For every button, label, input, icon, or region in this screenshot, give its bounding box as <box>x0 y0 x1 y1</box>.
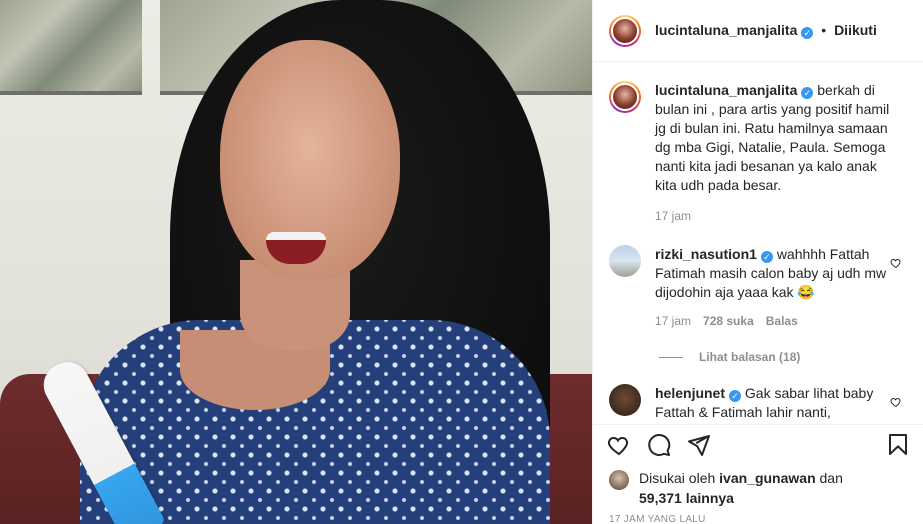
liker-avatar[interactable] <box>609 470 629 490</box>
verified-badge-icon: ✓ <box>801 87 814 99</box>
comment-username[interactable]: helenjunet <box>655 385 725 401</box>
wall-painting <box>0 0 142 95</box>
replies-divider <box>659 356 683 358</box>
header-username[interactable]: lucintaluna_manjalita <box>655 22 797 38</box>
comment-time[interactable]: 17 jam <box>655 314 691 328</box>
comment-like-heart-icon[interactable] <box>890 257 902 269</box>
avatar[interactable] <box>609 14 641 47</box>
avatar[interactable] <box>609 384 641 416</box>
header-user: lucintaluna_manjalita ✓ • Diikuti <box>655 22 877 39</box>
likes-text: Disukai oleh ivan_gunawan dan 59,371 lai… <box>639 468 843 508</box>
comment-username[interactable]: lucintaluna_manjalita <box>655 82 797 98</box>
comments-list[interactable]: lucintaluna_manjalita ✓ berkah di bulan i… <box>593 63 923 423</box>
separator-dot: • <box>821 22 827 38</box>
comment-like-heart-icon[interactable] <box>890 396 902 408</box>
liker-username[interactable]: ivan_gunawan <box>719 470 815 486</box>
comment: helenjunet ✓ Gak sabar lihat baby Fattah … <box>609 384 908 422</box>
post-sidebar: lucintaluna_manjalita ✓ • Diikuti lucinta… <box>592 0 923 524</box>
comment-likes[interactable]: 728 suka <box>703 314 754 328</box>
verified-badge-icon: ✓ <box>801 27 814 39</box>
likes-summary: Disukai oleh ivan_gunawan dan 59,371 lai… <box>609 468 843 508</box>
comment-time[interactable]: 17 jam <box>655 209 691 223</box>
follow-status-button[interactable]: Diikuti <box>834 22 877 38</box>
comment-username[interactable]: rizki_nasution1 <box>655 246 757 262</box>
verified-badge-icon: ✓ <box>729 390 742 402</box>
post-photo[interactable] <box>0 0 592 524</box>
view-replies-button[interactable]: Lihat balasan (18) <box>659 350 908 364</box>
share-icon[interactable] <box>685 431 713 459</box>
likes-and: dan <box>819 470 843 486</box>
avatar[interactable] <box>609 81 641 113</box>
comment-icon[interactable] <box>645 431 673 459</box>
likes-prefix: Disukai oleh <box>639 470 716 486</box>
instagram-post: lucintaluna_manjalita ✓ • Diikuti lucinta… <box>0 0 923 524</box>
verified-badge-icon: ✓ <box>760 251 773 263</box>
bookmark-icon[interactable] <box>884 431 912 459</box>
avatar[interactable] <box>609 245 641 277</box>
heart-icon[interactable] <box>605 431 633 459</box>
post-header: lucintaluna_manjalita ✓ • Diikuti <box>593 0 923 62</box>
reply-button[interactable]: Balas <box>766 314 798 328</box>
caption: lucintaluna_manjalita ✓ berkah di bulan i… <box>609 81 908 223</box>
comment-text: berkah di bulan ini , para artis yang po… <box>655 82 890 193</box>
likes-count[interactable]: 59,371 lainnya <box>639 490 734 506</box>
comment: rizki_nasution1 ✓ wahhhh Fattah Fatimah m… <box>609 245 908 328</box>
view-replies-label: Lihat balasan (18) <box>699 350 801 364</box>
post-time-ago[interactable]: 17 JAM YANG LALU <box>609 514 706 524</box>
action-bar <box>593 424 923 464</box>
